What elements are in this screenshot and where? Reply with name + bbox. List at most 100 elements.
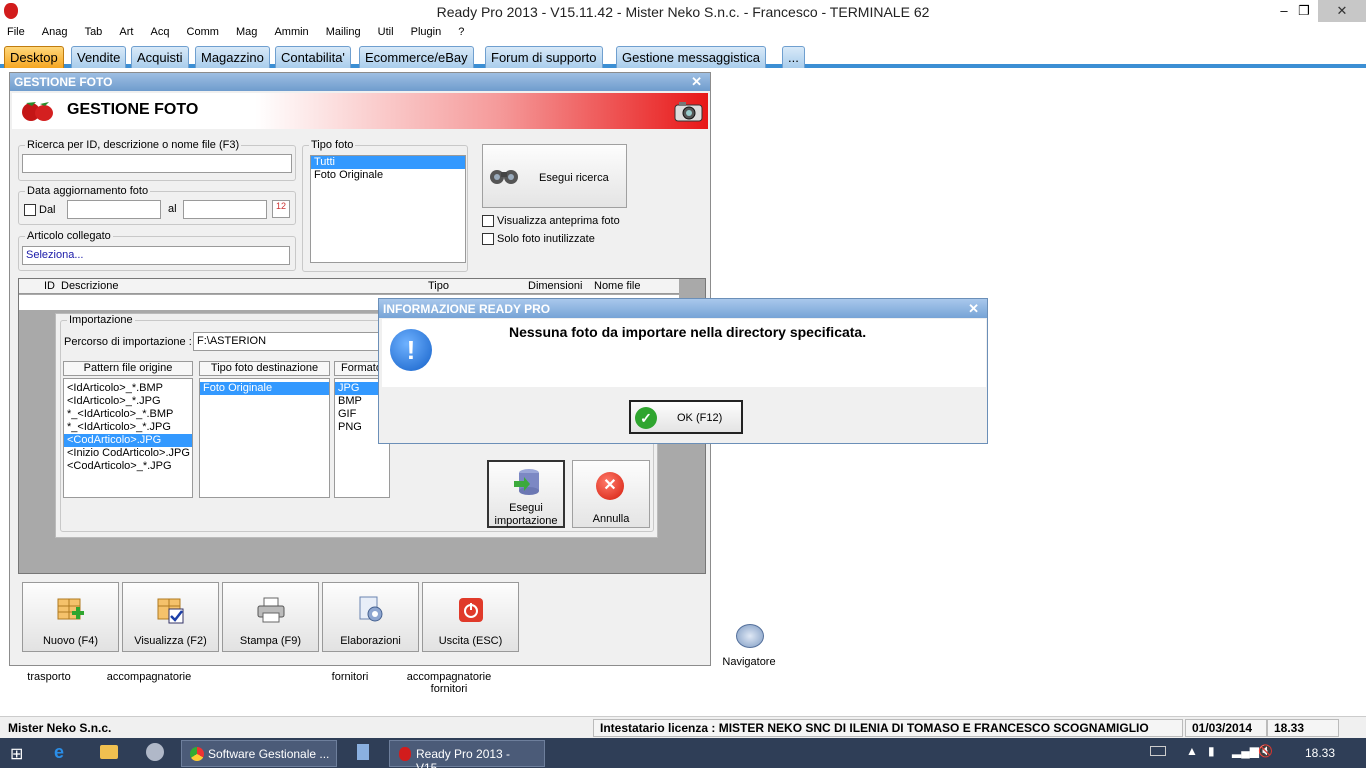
list-item[interactable]: <CodArticolo>.JPG — [64, 434, 192, 447]
list-item[interactable]: *_<IdArticolo>_*.BMP — [64, 408, 192, 421]
unused-checkbox[interactable] — [482, 233, 494, 245]
menu-mag[interactable]: Mag — [229, 24, 264, 38]
calculator-icon[interactable] — [357, 744, 369, 760]
search-input[interactable] — [22, 154, 292, 173]
taskbar: ⊞ e Software Gestionale ... Ready Pro 20… — [0, 738, 1366, 775]
tab-contabilita[interactable]: Contabilita' — [275, 46, 351, 68]
list-item[interactable]: Tutti — [311, 156, 465, 169]
list-item[interactable]: <CodArticolo>_*.JPG — [64, 460, 192, 473]
menu-art[interactable]: Art — [112, 24, 140, 38]
search-button[interactable]: Esegui ricerca — [482, 144, 627, 208]
close-icon[interactable]: ✕ — [968, 301, 979, 317]
desktop-label-accompagnatorie[interactable]: accompagnatorie — [100, 671, 198, 683]
ok-button[interactable]: ✓ OK (F12) — [629, 400, 743, 434]
menu-tab[interactable]: Tab — [78, 24, 110, 38]
status-bar: Mister Neko S.n.c. Intestatario licenza … — [0, 716, 1366, 738]
tab-acquisti[interactable]: Acquisti — [131, 46, 189, 68]
file-explorer-icon[interactable] — [100, 745, 118, 759]
menu-comm[interactable]: Comm — [180, 24, 226, 38]
list-item[interactable]: <IdArticolo>_*.BMP — [64, 382, 192, 395]
tab-magazzino[interactable]: Magazzino — [195, 46, 270, 68]
menu-plugin[interactable]: Plugin — [404, 24, 449, 38]
pattern-list[interactable]: <IdArticolo>_*.BMP <IdArticolo>_*.JPG *_… — [63, 378, 193, 498]
date-to-label: al — [168, 203, 177, 215]
date-to-field[interactable] — [183, 200, 267, 219]
close-icon[interactable]: ✕ — [1318, 0, 1366, 22]
article-label: Articolo collegato — [25, 230, 113, 242]
run-import-button[interactable]: Esegui importazione — [487, 460, 565, 528]
close-icon[interactable]: ✕ — [691, 74, 702, 90]
window-header-title: GESTIONE FOTO — [14, 75, 113, 89]
window-header: GESTIONE FOTO ✕ — [10, 73, 710, 91]
volume-muted-icon[interactable]: 🔇 — [1258, 744, 1273, 771]
menu-file[interactable]: File — [0, 24, 32, 38]
view-button[interactable]: Visualizza (F2) — [122, 582, 219, 652]
menu-acq[interactable]: Acq — [144, 24, 177, 38]
network-icon[interactable]: ▮ — [1208, 744, 1215, 771]
photo-type-list[interactable]: Tutti Foto Originale — [310, 155, 466, 263]
column-dimensioni[interactable]: Dimensioni — [528, 280, 582, 292]
path-input[interactable]: F:\ASTERION — [193, 332, 383, 351]
menu-help[interactable]: ? — [451, 24, 471, 38]
import-label: Importazione — [67, 314, 135, 326]
desktop-label-fornitori[interactable]: fornitori — [320, 671, 380, 683]
process-button[interactable]: Elaborazioni — [322, 582, 419, 652]
new-button[interactable]: Nuovo (F4) — [22, 582, 119, 652]
internet-explorer-icon[interactable]: e — [54, 742, 72, 762]
menu-ammin[interactable]: Ammin — [267, 24, 315, 38]
tab-more[interactable]: ... — [782, 46, 805, 68]
pattern-header: Pattern file origine — [63, 361, 193, 376]
printer-icon — [256, 595, 286, 625]
windows-start-icon[interactable]: ⊞ — [10, 744, 23, 771]
status-time: 18.33 — [1267, 719, 1339, 737]
keyboard-icon[interactable] — [1150, 746, 1166, 756]
calendar-icon[interactable]: 12 — [272, 200, 290, 218]
desktop-label-trasporto[interactable]: trasporto — [20, 671, 78, 683]
list-item[interactable]: Foto Originale — [311, 169, 465, 182]
preview-checkbox[interactable] — [482, 215, 494, 227]
tab-messaggistica[interactable]: Gestione messaggistica — [616, 46, 767, 68]
list-item[interactable]: <IdArticolo>_*.JPG — [64, 395, 192, 408]
taskbar-item-label: Software Gestionale ... — [208, 747, 330, 761]
date-from-checkbox[interactable] — [24, 204, 36, 216]
signal-icon[interactable]: ▂▄▆ — [1232, 744, 1259, 771]
tray-expand-icon[interactable]: ▲ — [1186, 744, 1198, 771]
banner: GESTIONE FOTO — [12, 93, 708, 129]
desktop-label-accompagnatorie-fornitori[interactable]: accompagnatorie fornitori — [400, 671, 498, 695]
list-item[interactable]: Foto Originale — [200, 382, 329, 395]
tab-ecommerce[interactable]: Ecommerce/eBay — [359, 46, 474, 68]
search-label: Ricerca per ID, descrizione o nome file … — [25, 139, 242, 151]
tab-desktop[interactable]: Desktop — [4, 46, 64, 68]
column-tipo[interactable]: Tipo — [428, 280, 449, 292]
menu-util[interactable]: Util — [371, 24, 401, 38]
dest-list[interactable]: Foto Originale — [199, 378, 330, 498]
cancel-icon: ✕ — [596, 472, 624, 500]
taskbar-item-software[interactable]: Software Gestionale ... — [181, 740, 337, 767]
print-button[interactable]: Stampa (F9) — [222, 582, 319, 652]
tab-forum[interactable]: Forum di supporto — [485, 46, 603, 68]
desktop-label-navigatore[interactable]: Navigatore — [714, 656, 784, 668]
camera-icon — [674, 99, 704, 123]
status-date: 01/03/2014 — [1185, 719, 1267, 737]
menu-mailing[interactable]: Mailing — [319, 24, 368, 38]
date-from-field[interactable] — [67, 200, 161, 219]
power-icon — [456, 595, 486, 625]
menu-anag[interactable]: Anag — [35, 24, 75, 38]
column-nome-file[interactable]: Nome file — [594, 280, 640, 292]
app-icon[interactable] — [146, 743, 164, 761]
column-descrizione[interactable]: Descrizione — [61, 280, 118, 292]
tab-vendite[interactable]: Vendite — [71, 46, 127, 68]
new-button-label: Nuovo (F4) — [42, 635, 99, 647]
navigator-icon[interactable] — [736, 624, 764, 648]
window-title: Ready Pro 2013 - V15.11.42 - Mister Neko… — [436, 4, 930, 20]
taskbar-item-readypro[interactable]: Ready Pro 2013 - V15... — [389, 740, 545, 775]
run-import-label: Esegui importazione — [494, 502, 558, 527]
dialog-message: Nessuna foto da importare nella director… — [509, 324, 867, 340]
list-item[interactable]: <Inizio CodArticolo>.JPG — [64, 447, 192, 460]
cancel-import-button[interactable]: ✕ Annulla — [572, 460, 650, 528]
exit-button[interactable]: Uscita (ESC) — [422, 582, 519, 652]
article-selector[interactable]: Seleziona... — [22, 246, 290, 265]
list-item[interactable]: *_<IdArticolo>_*.JPG — [64, 421, 192, 434]
dest-header: Tipo foto destinazione — [199, 361, 330, 376]
column-id[interactable]: ID — [44, 280, 55, 292]
